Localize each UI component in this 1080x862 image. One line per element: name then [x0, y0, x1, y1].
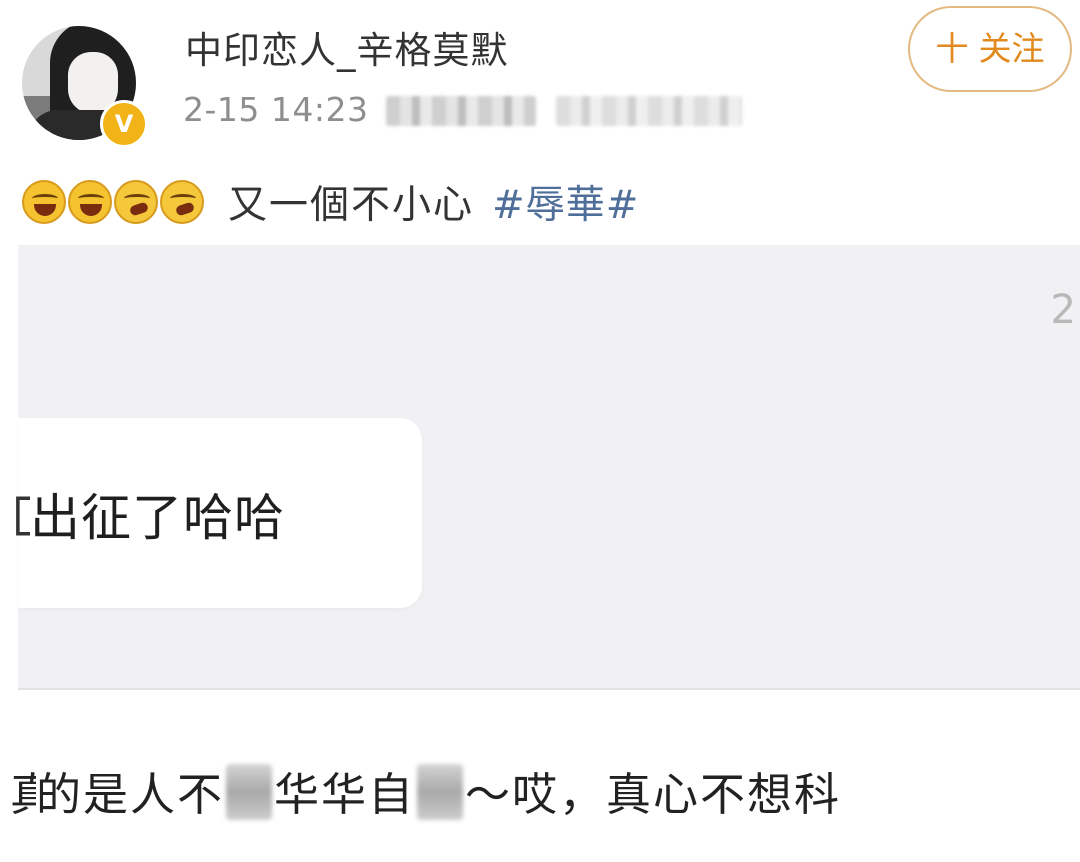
comment-text: 真的是人不 华华自 ～哎，真心不想科: [10, 758, 841, 823]
crying-emoji-icon: [114, 180, 158, 224]
username[interactable]: 中印恋人_辛格莫默: [185, 20, 509, 74]
post-image[interactable]: 2 匚出征了哈哈: [10, 245, 1080, 690]
blurred-character: [226, 764, 273, 820]
chat-bubble: 匚出征了哈哈: [10, 418, 422, 608]
laugh-cry-emoji-icon: [68, 180, 112, 224]
blurred-source-text: [386, 96, 536, 126]
blurred-source-text: [556, 96, 742, 126]
post-content: 又一個不小心 #辱華#: [22, 174, 639, 230]
verified-badge-icon: V: [100, 100, 148, 148]
image-corner-number: 2: [1050, 287, 1076, 333]
crying-emoji-icon: [160, 180, 204, 224]
hashtag-link[interactable]: #辱華#: [492, 174, 639, 230]
chat-message: 匚出征了哈哈: [10, 489, 285, 547]
plus-icon: 十: [935, 29, 969, 68]
post-text: 又一個不小心: [228, 183, 475, 228]
follow-label: 关注: [978, 29, 1045, 68]
follow-button[interactable]: 十关注: [908, 6, 1072, 92]
laugh-cry-emoji-icon: [22, 180, 66, 224]
post-timestamp: 2-15 14:23: [183, 90, 369, 129]
blurred-character: [417, 764, 464, 820]
